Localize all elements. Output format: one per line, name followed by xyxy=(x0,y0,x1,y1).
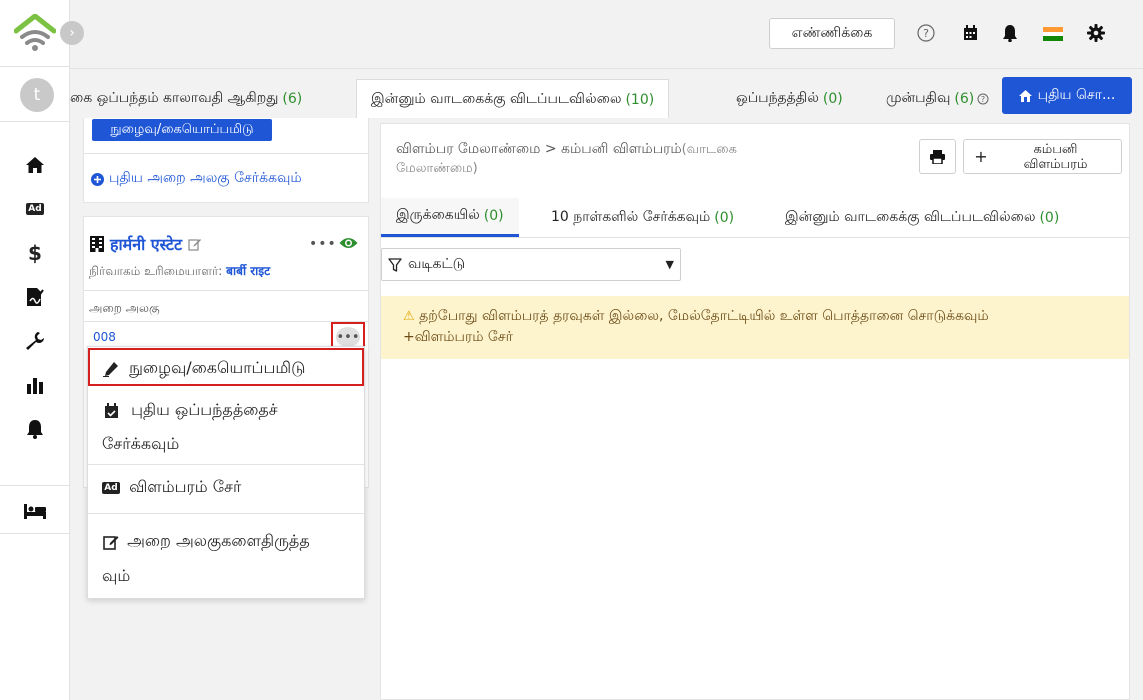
wifi-home-logo-icon[interactable] xyxy=(14,14,56,52)
tab-add-in-10-days[interactable]: 10 நாள்களில் சேர்க்கவும் (0) xyxy=(551,198,734,237)
filter-dropdown[interactable]: வடிகட்டு ▼ xyxy=(381,248,681,281)
owner-name-link[interactable]: बार्बी राइट xyxy=(226,264,270,278)
bell-icon[interactable] xyxy=(22,416,48,442)
india-flag-icon[interactable] xyxy=(1043,27,1063,41)
tab-contract-expiring[interactable]: கை ஒப்பந்தம் காலாவதி ஆகிறது (6) xyxy=(70,79,302,118)
tab-booking[interactable]: முன்பதிவு (6) ? xyxy=(886,79,989,118)
menu-item-edit-room-units[interactable]: அறை அலகுகளைதிருத்த வும் xyxy=(88,519,364,597)
nav-divider xyxy=(0,485,70,486)
nav-divider xyxy=(0,121,70,122)
tab-in-contract[interactable]: ஒப்பந்தத்தில் (0) xyxy=(736,79,843,118)
tab-not-yet-rented-ads[interactable]: இன்னும் வாடகைக்கு விடப்படவில்லை (0) xyxy=(785,198,1059,237)
ad-status-tabs: இருக்கையில் (0) 10 நாள்களில் சேர்க்கவும்(… xyxy=(381,198,1129,238)
count-button[interactable]: எண்ணிக்கை xyxy=(769,18,895,49)
warning-icon: ⚠ xyxy=(403,309,415,324)
menu-item-checkin[interactable]: நுழைவு/கையொப்பமிடு xyxy=(88,348,364,386)
owner-line: நிர்வாகம் உரிமையாளர்: बार्बी राइट xyxy=(89,264,271,278)
help-icon[interactable]: ? xyxy=(915,22,937,44)
property-title[interactable]: हार्मनी एस्टेट xyxy=(90,233,202,255)
status-tabs: கை ஒப்பந்தம் காலாவதி ஆகிறது (6) இன்னும் வ… xyxy=(70,68,1143,118)
no-ads-alert: ⚠ தற்போது விளம்பரத் தரவுகள் இல்லை, மேல்த… xyxy=(381,296,1129,359)
add-company-ad-button[interactable]: + கம்பனி விளம்பரம் xyxy=(963,139,1122,174)
avatar[interactable]: t xyxy=(20,78,54,112)
left-nav: t Ad $ xyxy=(0,0,70,700)
bar-chart-icon[interactable] xyxy=(22,372,48,398)
property-more-icon[interactable]: ••• xyxy=(309,236,337,252)
add-room-unit-link[interactable]: புதிய அறை அலகு சேர்க்கவும் xyxy=(91,170,302,188)
home-icon[interactable] xyxy=(22,152,48,178)
plus-circle-icon xyxy=(91,172,104,186)
card-divider xyxy=(84,290,368,291)
svg-text:?: ? xyxy=(923,27,929,40)
plus-icon: + xyxy=(974,147,988,166)
menu-divider xyxy=(88,464,364,465)
bell-icon[interactable] xyxy=(999,22,1021,44)
chevron-right-icon[interactable]: › xyxy=(60,21,84,45)
bed-icon[interactable] xyxy=(22,498,48,524)
building-icon xyxy=(90,236,104,252)
menu-item-add-ad[interactable]: Ad விளம்பரம் சேர் xyxy=(88,471,364,511)
more-dots-icon: ••• xyxy=(336,327,360,347)
calendar-icon[interactable] xyxy=(959,22,981,44)
eye-icon[interactable] xyxy=(339,236,358,254)
print-button[interactable] xyxy=(919,139,956,174)
filter-icon xyxy=(388,257,402,272)
card-divider xyxy=(84,153,368,154)
signature-icon xyxy=(102,360,120,378)
room-number-link[interactable]: 008 xyxy=(93,330,116,344)
top-bar: எண்ணிக்கை ? xyxy=(70,0,1143,68)
menu-divider xyxy=(88,513,364,514)
edit-icon xyxy=(102,533,120,551)
dollar-icon[interactable]: $ xyxy=(22,240,48,266)
tab-not-yet-rented[interactable]: இன்னும் வாடகைக்கு விடப்படவில்லை (10) xyxy=(356,79,670,118)
nav-divider xyxy=(0,66,70,67)
wrench-icon[interactable] xyxy=(22,328,48,354)
add-ad-link[interactable]: +விளம்பரம் சேர் xyxy=(403,329,513,345)
help-icon: ? xyxy=(977,93,989,105)
svg-text:?: ? xyxy=(981,95,985,104)
caret-down-icon: ▼ xyxy=(665,258,674,271)
calendar-check-icon xyxy=(102,402,120,420)
house-icon xyxy=(1018,89,1032,102)
new-property-button[interactable]: புதிய சொ... xyxy=(1002,77,1132,114)
ad-icon[interactable]: Ad xyxy=(22,196,48,222)
tab-available[interactable]: இருக்கையில் (0) xyxy=(381,198,519,237)
checkin-button[interactable]: நுழைவு/கையொப்பமிடு xyxy=(92,119,272,141)
nav-divider xyxy=(0,533,70,534)
menu-item-add-contract[interactable]: புதிய ஒப்பந்தத்தைச் சேர்க்கவும் xyxy=(88,389,364,461)
card-divider xyxy=(84,321,368,322)
room-unit-label: அறை அலகு xyxy=(89,301,160,315)
print-icon xyxy=(930,149,945,164)
breadcrumb: விளம்பர மேலாண்மை > கம்பனி விளம்பரம்(வாடக… xyxy=(396,141,737,176)
edit-icon[interactable] xyxy=(188,237,202,251)
ad-icon: Ad xyxy=(102,481,120,494)
gear-icon[interactable] xyxy=(1085,22,1107,44)
room-actions-menu: நுழைவு/கையொப்பமிடு புதிய ஒப்பந்தத்தைச் ச… xyxy=(87,346,365,599)
sign-document-icon[interactable] xyxy=(22,284,48,310)
